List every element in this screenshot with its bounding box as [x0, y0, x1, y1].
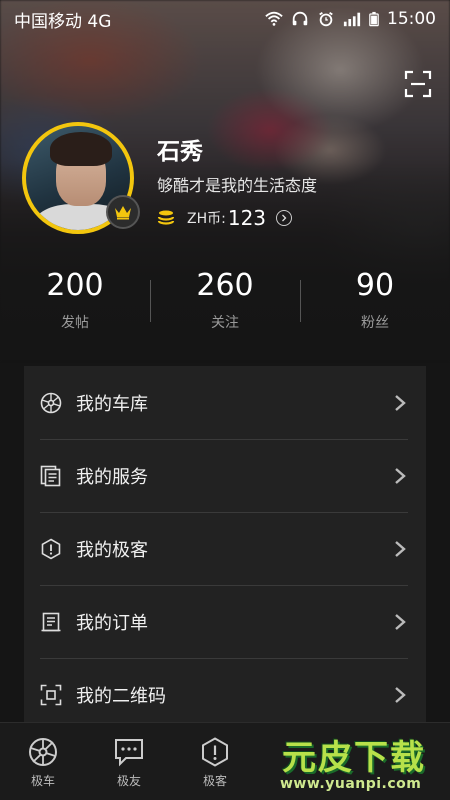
- alarm-icon: [319, 11, 333, 27]
- chat-icon: [115, 739, 143, 767]
- wheel-icon: [29, 738, 57, 766]
- tab-label: 极车: [30, 774, 55, 788]
- stat-posts[interactable]: 200 发帖: [0, 268, 150, 334]
- menu-item-garage[interactable]: 我的车库: [24, 366, 426, 439]
- stat-value: 200: [46, 268, 104, 303]
- chevron-right-icon: [395, 468, 406, 484]
- watermark-logo: 元皮下载 www.yuanpi.com: [268, 728, 448, 800]
- hexagon-info-icon: [41, 538, 61, 559]
- qrcode-icon: [40, 684, 62, 705]
- tab-jiche[interactable]: 极车: [0, 723, 86, 800]
- user-name: 石秀: [157, 139, 203, 165]
- carrier-text: 中国移动 4G: [14, 11, 112, 32]
- status-icons: 15:00: [265, 9, 436, 29]
- tab-label: 极客: [202, 774, 227, 788]
- watermark-url: www.yuanpi.com: [280, 776, 422, 792]
- scan-icon[interactable]: [404, 70, 432, 98]
- crown-badge: [106, 195, 140, 229]
- menu-label: 我的订单: [76, 612, 148, 634]
- order-icon: [41, 612, 61, 631]
- tab-label: 极友: [116, 774, 141, 788]
- watermark-brand: 元皮下载: [282, 738, 426, 778]
- menu-item-qrcode[interactable]: 我的二维码: [24, 658, 426, 731]
- crown-icon: [115, 206, 131, 220]
- status-bar: 中国移动 4G 15:00: [0, 0, 450, 38]
- stat-label: 发帖: [61, 315, 89, 331]
- profile-menu: 我的车库 我的服务 我的极客 我的订单 我的二维码: [24, 366, 426, 726]
- stat-following[interactable]: 260 关注: [150, 268, 300, 334]
- coin-balance[interactable]: ZH币: 123: [157, 206, 293, 230]
- headphones-icon: [292, 11, 308, 26]
- hexagon-info-icon: [202, 737, 228, 767]
- menu-label: 我的服务: [76, 466, 148, 488]
- wifi-icon: [265, 11, 283, 26]
- chevron-right-icon: [395, 687, 406, 703]
- stat-value: 260: [196, 268, 254, 303]
- chevron-right-icon: [395, 614, 406, 630]
- menu-label: 我的二维码: [76, 685, 166, 707]
- stats-row: 200 发帖 260 关注 90 粉丝: [0, 268, 450, 334]
- coin-label: ZH币:: [187, 211, 226, 227]
- wheel-icon: [40, 392, 62, 413]
- coin-value: 123: [227, 206, 267, 230]
- menu-item-orders[interactable]: 我的订单: [24, 585, 426, 658]
- stat-label: 粉丝: [361, 315, 389, 331]
- document-icon: [40, 465, 61, 486]
- menu-item-geek[interactable]: 我的极客: [24, 512, 426, 585]
- chevron-right-icon: [395, 395, 406, 411]
- menu-label: 我的极客: [76, 539, 148, 561]
- clock-text: 15:00: [387, 9, 436, 29]
- signal-icon: [343, 12, 361, 27]
- menu-label: 我的车库: [76, 393, 148, 415]
- stat-followers[interactable]: 90 粉丝: [300, 268, 450, 334]
- tab-jike[interactable]: 极客: [172, 723, 258, 800]
- coin-stack-icon: [157, 210, 175, 225]
- stat-label: 关注: [211, 315, 239, 331]
- tab-jiyou[interactable]: 极友: [86, 723, 172, 800]
- battery-icon: [369, 11, 379, 27]
- chevron-right-icon: [395, 541, 406, 557]
- user-bio: 够酷才是我的生活态度: [157, 176, 318, 195]
- chevron-right-circle-icon[interactable]: [276, 210, 293, 226]
- menu-item-services[interactable]: 我的服务: [24, 439, 426, 512]
- stat-value: 90: [355, 268, 395, 303]
